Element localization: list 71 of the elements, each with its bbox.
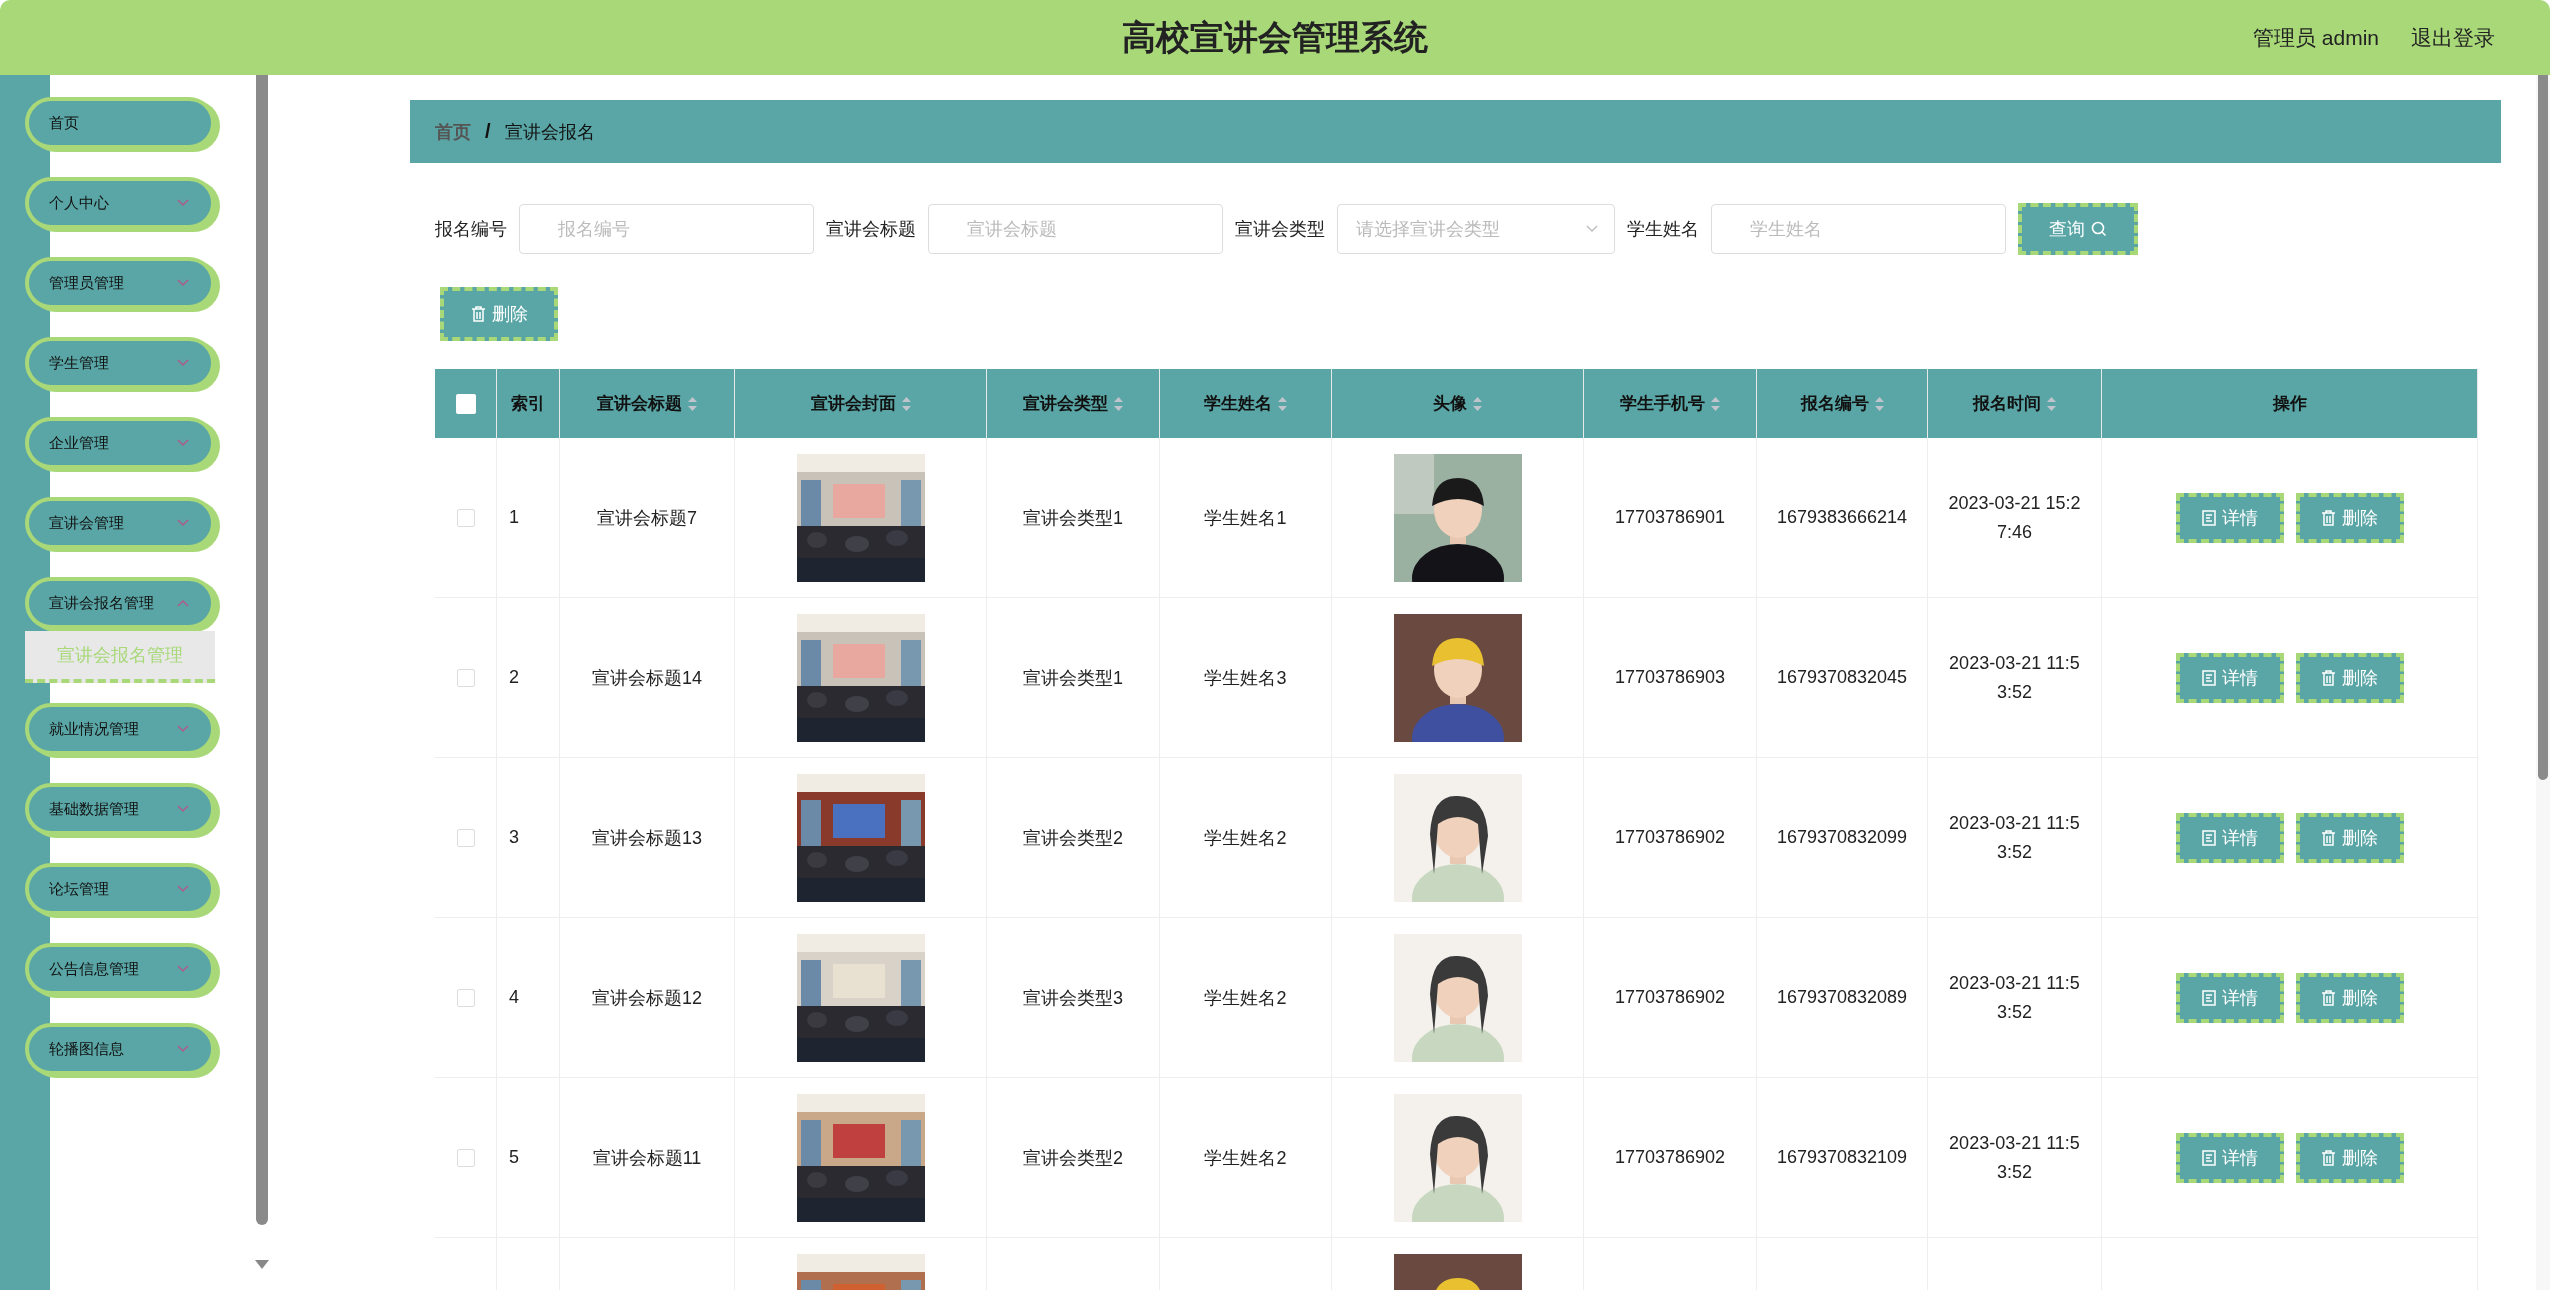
table-cell: 2023-03-21 11:53:52 xyxy=(1928,758,2102,918)
table-cell: 4 xyxy=(497,918,560,1078)
table-cell: 宣讲会标题14 xyxy=(560,598,735,758)
header-cell: 报名编号 xyxy=(1757,369,1928,438)
delete-button[interactable]: 删除 xyxy=(2295,1132,2404,1183)
header-cell: 学生手机号 xyxy=(1584,369,1757,438)
table-cell: 5 xyxy=(497,1078,560,1238)
header-cell: 头像 xyxy=(1332,369,1584,438)
table-cell: 学生姓名1 xyxy=(1160,438,1332,598)
delete-button[interactable]: 删除 xyxy=(2295,972,2404,1023)
table-cell: 2023-03-21 11:53:52 xyxy=(1928,918,2102,1078)
search-field[interactable]: 学生姓名 xyxy=(1711,204,2006,254)
system-title: 高校宣讲会管理系统 xyxy=(1122,16,1428,58)
detail-button[interactable]: 详情 xyxy=(2175,1132,2284,1183)
delete-button[interactable]: 删除 xyxy=(2295,652,2404,703)
breadcrumb-link[interactable]: 首页 xyxy=(435,119,471,144)
logout-link[interactable]: 退出登录 xyxy=(2411,23,2495,52)
table-cell: 宣讲会标题13 xyxy=(560,758,735,918)
table-cell: 1 xyxy=(497,438,560,598)
table-cell: 1679370832099 xyxy=(1757,758,1928,918)
table-cell: 17703786901 xyxy=(1584,438,1757,598)
table-cell: 宣讲会类型2 xyxy=(987,1078,1160,1238)
breadcrumb-link[interactable]: 宣讲会报名 xyxy=(504,119,595,144)
filter-label: 宣讲会标题 xyxy=(826,218,916,241)
search-button[interactable]: 查询 xyxy=(2018,203,2138,255)
table-cell: 学生姓名2 xyxy=(1160,918,1332,1078)
search-field[interactable]: 报名编号 xyxy=(519,204,814,254)
detail-button[interactable]: 详情 xyxy=(2175,492,2284,543)
search-field[interactable]: 宣讲会标题 xyxy=(928,204,1223,254)
table-cell: 2 xyxy=(497,598,560,758)
table-cell: 宣讲会标题11 xyxy=(560,1078,735,1238)
table-cell: 宣讲会标题7 xyxy=(560,438,735,598)
filter-label: 报名编号 xyxy=(435,218,507,241)
table-cell: 1679370832109 xyxy=(1757,1078,1928,1238)
delete-button[interactable]: 删除 xyxy=(2295,492,2404,543)
table-cell: 宣讲会类型2 xyxy=(987,758,1160,918)
filter-label: 学生姓名 xyxy=(1627,218,1699,241)
delete-button[interactable]: 删除 xyxy=(2295,812,2404,863)
header-cell: 宣讲会封面 xyxy=(735,369,987,438)
breadcrumb-separator: / xyxy=(485,120,491,143)
table-cell: 17703786902 xyxy=(1584,918,1757,1078)
delete-button[interactable]: 删除 xyxy=(440,287,558,341)
table-cell: 17703786902 xyxy=(1584,1078,1757,1238)
detail-button[interactable]: 详情 xyxy=(2175,972,2284,1023)
detail-button[interactable]: 详情 xyxy=(2175,652,2284,703)
table-cell: 宣讲会类型1 xyxy=(987,438,1160,598)
table-cell: 17703786902 xyxy=(1584,758,1757,918)
table-cell: 宣讲会类型3 xyxy=(987,918,1160,1078)
header-cell: 操作 xyxy=(2102,369,2478,438)
detail-button[interactable]: 详情 xyxy=(2175,812,2284,863)
table-cell: 3 xyxy=(497,758,560,918)
table-cell: 学生姓名2 xyxy=(1160,1078,1332,1238)
table-cell: 1679370832089 xyxy=(1757,918,1928,1078)
table-cell: 2023-03-21 15:27:46 xyxy=(1928,438,2102,598)
type-select[interactable]: 请选择宣讲会类型 xyxy=(1337,204,1615,254)
header-cell: 报名时间 xyxy=(1928,369,2102,438)
table-cell: 宣讲会类型1 xyxy=(987,598,1160,758)
user-label: 管理员 admin xyxy=(2252,24,2379,51)
table-cell: 宣讲会标题12 xyxy=(560,918,735,1078)
table-cell: 17703786903 xyxy=(1584,598,1757,758)
header-cell: 宣讲会标题 xyxy=(560,369,735,438)
filter-label: 宣讲会类型 xyxy=(1235,218,1325,241)
header-cell: 索引 xyxy=(497,369,560,438)
table-cell: 学生姓名2 xyxy=(1160,758,1332,918)
table-cell: 学生姓名3 xyxy=(1160,598,1332,758)
header-cell: 宣讲会类型 xyxy=(987,369,1160,438)
table-cell: 2023-03-21 11:53:52 xyxy=(1928,598,2102,758)
table-cell: 1679383666214 xyxy=(1757,438,1928,598)
header-cell: 学生姓名 xyxy=(1160,369,1332,438)
table-cell: 2023-03-21 11:53:52 xyxy=(1928,1078,2102,1238)
table-cell: 1679370832045 xyxy=(1757,598,1928,758)
